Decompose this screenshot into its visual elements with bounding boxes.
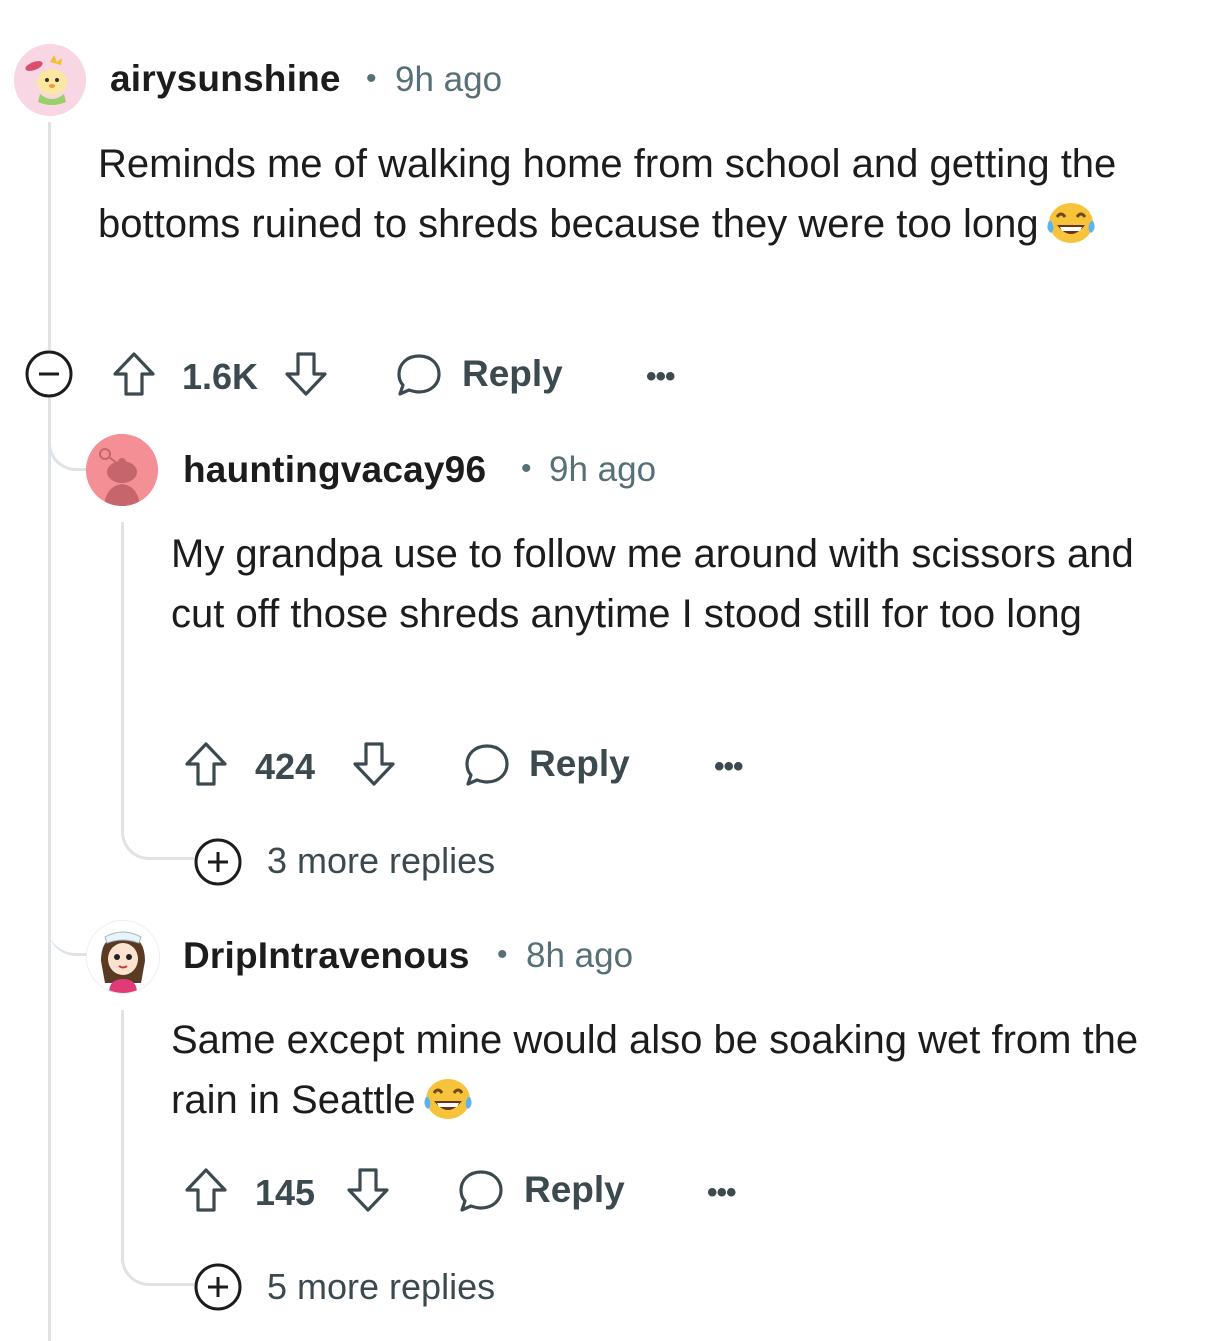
laughing-tears-emoji-icon <box>1045 199 1097 262</box>
downvote-button[interactable] <box>344 1164 392 1216</box>
reply-button[interactable]: Reply <box>524 1169 625 1211</box>
avatar-dripintravenous[interactable] <box>86 920 160 994</box>
upvote-button[interactable] <box>182 738 230 790</box>
more-replies-link[interactable]: 3 more replies <box>267 840 495 882</box>
downvote-button[interactable] <box>350 738 398 790</box>
reply-icon-button[interactable] <box>456 1166 506 1216</box>
meta-separator: • <box>521 452 532 485</box>
downvote-arrow-icon <box>285 352 327 396</box>
expand-replies-button[interactable] <box>193 1262 243 1312</box>
collapse-thread-button[interactable] <box>24 349 74 399</box>
comment-text: Same except mine would also be soaking w… <box>171 1018 1139 1122</box>
avatar-airysunshine[interactable] <box>14 44 86 116</box>
reply-button[interactable]: Reply <box>529 743 630 785</box>
vote-score: 145 <box>255 1172 316 1213</box>
vote-score: 1.6K <box>182 356 259 397</box>
upvote-arrow-icon <box>185 742 227 786</box>
downvote-arrow-icon <box>347 1168 389 1212</box>
comment-body: Reminds me of walking home from school a… <box>98 134 1158 262</box>
avatar-hauntingvacay96[interactable] <box>86 434 158 506</box>
reply-icon-button[interactable] <box>394 350 444 400</box>
upvote-arrow-icon <box>185 1168 227 1212</box>
comment-body: Same except mine would also be soaking w… <box>171 1010 1181 1138</box>
laughing-tears-emoji-icon <box>422 1075 474 1138</box>
upvote-button[interactable] <box>182 1164 230 1216</box>
meta-separator: • <box>497 938 508 971</box>
more-options-button[interactable]: ••• <box>707 1176 736 1210</box>
more-replies-link[interactable]: 5 more replies <box>267 1266 495 1308</box>
comment-timestamp[interactable]: 8h ago <box>526 936 633 976</box>
thread-branch-more-2 <box>121 1228 194 1286</box>
minus-circle-icon <box>25 350 73 398</box>
thread-line-reply-1 <box>121 522 124 802</box>
speech-bubble-icon <box>459 1170 503 1212</box>
comment-text: My grandpa use to follow me around with … <box>171 532 1134 636</box>
meta-separator: • <box>366 62 377 95</box>
expand-replies-button[interactable] <box>193 837 243 887</box>
comment-text: Reminds me of walking home from school a… <box>98 142 1117 246</box>
speech-bubble-icon <box>465 744 509 786</box>
plus-circle-icon <box>194 838 242 886</box>
thread-branch-more-1 <box>121 800 194 860</box>
thread-line-root <box>48 122 51 350</box>
comment-body: My grandpa use to follow me around with … <box>171 524 1181 644</box>
thread-line-reply-2 <box>121 1010 124 1230</box>
reply-button[interactable]: Reply <box>462 353 563 395</box>
author-name[interactable]: DripIntravenous <box>183 935 470 977</box>
comment-timestamp[interactable]: 9h ago <box>549 450 656 490</box>
downvote-arrow-icon <box>353 742 395 786</box>
thread-branch-reply-2 <box>48 870 86 956</box>
reply-icon-button[interactable] <box>462 740 512 790</box>
author-name[interactable]: airysunshine <box>110 58 341 100</box>
author-name[interactable]: hauntingvacay96 <box>183 449 486 491</box>
vote-score: 424 <box>255 746 316 787</box>
thread-branch-reply-1 <box>48 398 89 471</box>
upvote-button[interactable] <box>110 348 158 400</box>
downvote-button[interactable] <box>282 348 330 400</box>
plus-circle-icon <box>194 1263 242 1311</box>
speech-bubble-icon <box>397 354 441 396</box>
more-options-button[interactable]: ••• <box>646 360 675 394</box>
more-options-button[interactable]: ••• <box>714 750 743 784</box>
comment-timestamp[interactable]: 9h ago <box>395 60 502 100</box>
upvote-arrow-icon <box>113 352 155 396</box>
